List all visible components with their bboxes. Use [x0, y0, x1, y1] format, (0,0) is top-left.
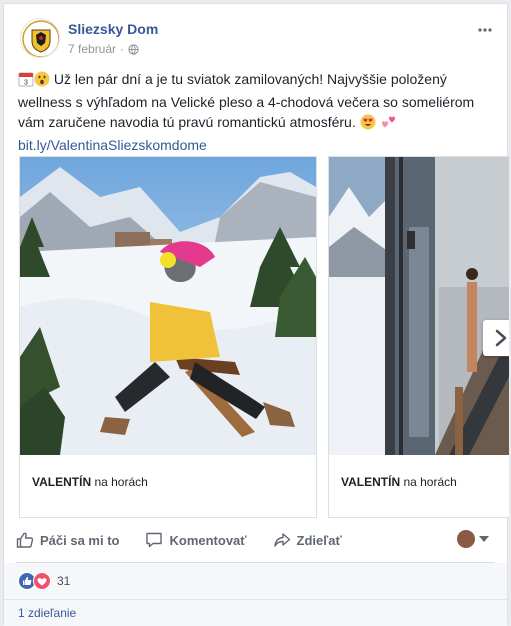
page-avatar[interactable] — [20, 18, 60, 58]
love-reaction-icon — [33, 572, 51, 590]
post-date[interactable]: 7 február — [68, 42, 116, 56]
carousel-slide-2[interactable]: VALENTÍN na horách — [328, 156, 509, 518]
calendar-emoji-icon: 3 — [18, 71, 34, 92]
post-link[interactable]: bit.ly/ValentinaSliezskomdome — [18, 137, 207, 153]
shares-count[interactable]: 1 zdieľanie — [4, 600, 507, 626]
page-name[interactable]: Sliezsky Dom — [68, 21, 158, 37]
comment-label: Komentovať — [169, 532, 247, 548]
meta-separator: · — [120, 42, 125, 56]
post-card: Sliezsky Dom 7 február · 3 Už len pár dn… — [3, 3, 509, 626]
more-options-icon[interactable] — [477, 20, 493, 38]
reactions-summary[interactable]: 31 — [4, 563, 507, 600]
carousel: VALENTÍN na horách VALENTÍN na horách — [19, 156, 509, 518]
post-header: Sliezsky Dom 7 február · — [20, 18, 495, 64]
slide-1-image[interactable] — [20, 157, 316, 455]
globe-icon — [128, 43, 139, 55]
slide-2-caption-bold: VALENTÍN — [341, 475, 401, 489]
slide-1-caption[interactable]: VALENTÍN na horách — [32, 475, 148, 489]
slide-1-caption-bold: VALENTÍN — [32, 475, 92, 489]
slide-2-image[interactable] — [329, 157, 509, 455]
slide-2-caption[interactable]: VALENTÍN na horách — [341, 475, 457, 489]
slide-1-caption-rest: na horách — [91, 475, 148, 489]
comment-button[interactable]: Komentovať — [145, 531, 247, 549]
carousel-slide-1[interactable]: VALENTÍN na horách — [19, 156, 317, 518]
like-button[interactable]: Páči sa mi to — [16, 531, 119, 549]
carousel-next-button[interactable] — [483, 320, 509, 356]
share-arrow-icon — [273, 533, 290, 547]
calendar-emoji-day: 3 — [24, 80, 28, 87]
like-label: Páči sa mi to — [40, 532, 120, 548]
post-body-text: Už len pár dní a je tu sviatok zamilovan… — [18, 71, 475, 130]
reaction-count[interactable]: 31 — [57, 574, 70, 588]
chevron-right-icon — [495, 329, 507, 347]
post-meta: 7 február · — [68, 42, 139, 56]
heart-eyes-emoji-icon — [360, 114, 376, 135]
comment-icon — [146, 532, 163, 548]
share-label: Zdieľať — [296, 532, 342, 548]
surprised-face-emoji-icon — [34, 71, 50, 92]
post-as-selector[interactable] — [457, 530, 489, 548]
caret-down-icon — [479, 536, 489, 542]
action-bar: Páči sa mi to Komentovať Zdieľať — [16, 518, 495, 563]
thumbs-up-icon — [16, 532, 34, 548]
user-avatar — [457, 530, 475, 548]
post-text: 3 Už len pár dní a je tu sviatok zamilov… — [18, 69, 496, 155]
slide-2-caption-rest: na horách — [400, 475, 457, 489]
two-hearts-emoji-icon — [380, 114, 398, 135]
share-button[interactable]: Zdieľať — [273, 531, 342, 549]
